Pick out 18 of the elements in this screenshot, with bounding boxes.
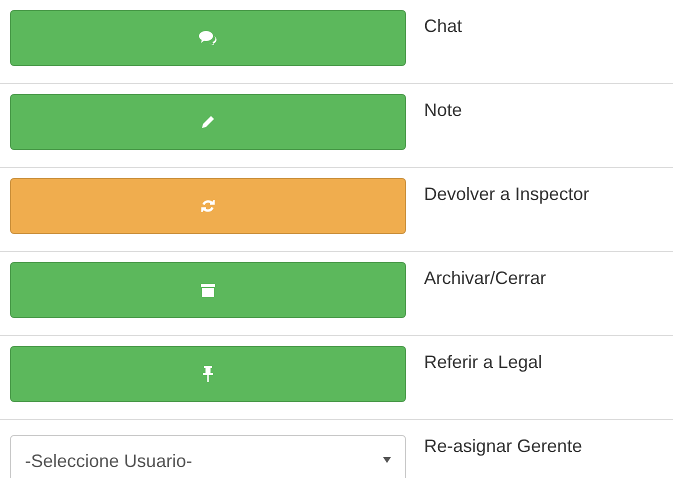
action-button[interactable] xyxy=(10,10,406,66)
action-label: Re-asignar Gerente xyxy=(424,435,582,458)
action-label: Note xyxy=(424,99,462,122)
pin-icon xyxy=(203,366,213,382)
action-button[interactable] xyxy=(10,178,406,234)
action-button[interactable] xyxy=(10,262,406,318)
user-select[interactable]: -Seleccione Usuario- xyxy=(10,435,406,478)
action-button[interactable] xyxy=(10,94,406,150)
action-label: Referir a Legal xyxy=(424,351,542,374)
chat-icon xyxy=(199,30,217,46)
archive-icon xyxy=(201,284,215,296)
refresh-icon xyxy=(201,199,215,213)
action-button[interactable] xyxy=(10,346,406,402)
pencil-icon xyxy=(201,115,215,129)
caret-icon xyxy=(383,457,391,463)
action-label: Devolver a Inspector xyxy=(424,183,590,206)
action-label: Archivar/Cerrar xyxy=(424,267,546,290)
action-label: Chat xyxy=(424,15,462,38)
